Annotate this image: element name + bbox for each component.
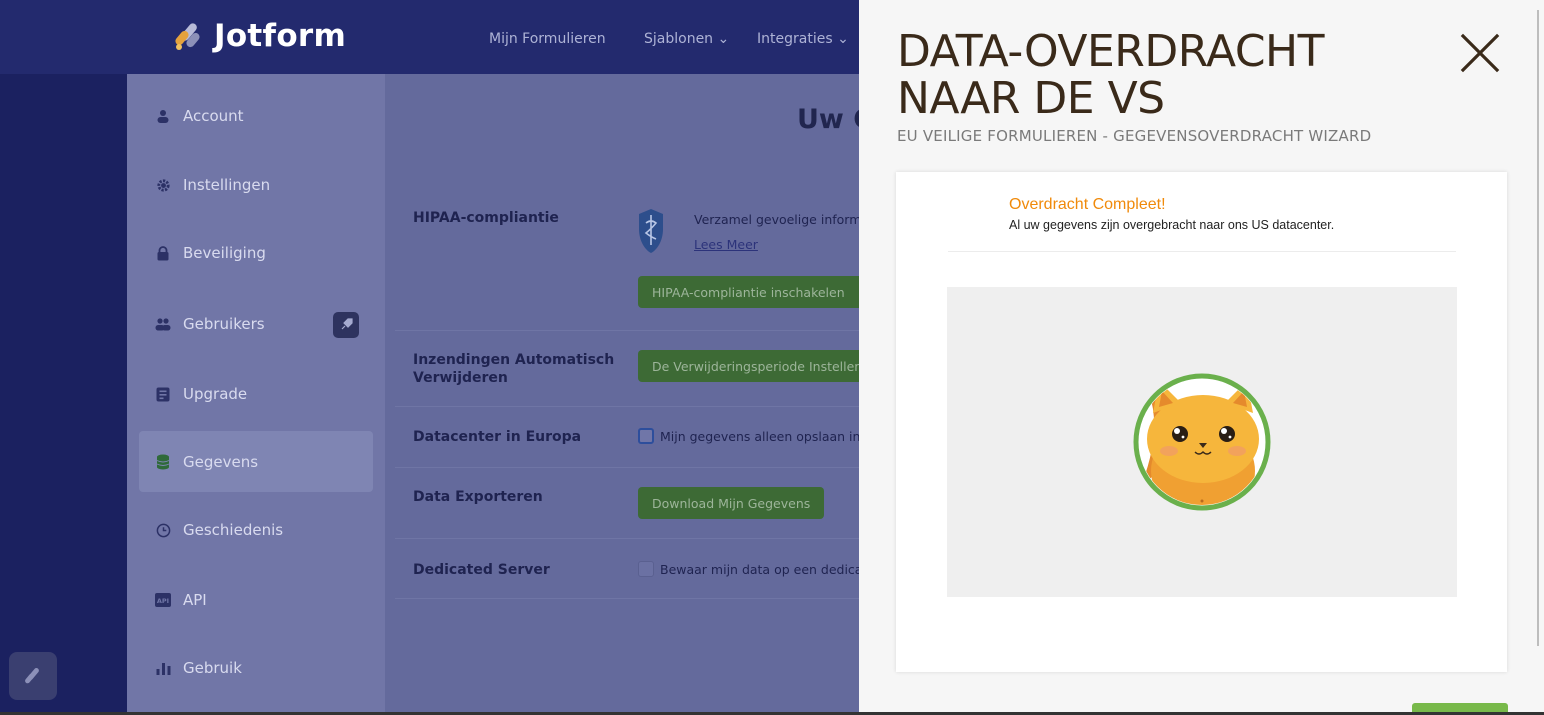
sidebar-item-label: Account	[183, 107, 244, 125]
eu-datacenter-checkbox[interactable]	[638, 428, 654, 444]
modal-title: DATA-OVERDRACHT NAAR DE VS	[897, 26, 1325, 124]
hipaa-read-more-link[interactable]: Lees Meer	[694, 237, 758, 252]
sidebar-item-label: Gegevens	[183, 453, 259, 471]
lock-icon	[155, 245, 171, 261]
auto-delete-label: Inzendingen Automatisch Verwijderen	[413, 352, 615, 386]
sidebar-item-account[interactable]: Account	[155, 104, 244, 128]
sidebar-item-users[interactable]: Gebruikers	[155, 312, 265, 336]
row-divider	[395, 330, 860, 331]
jotform-mark-icon	[25, 668, 39, 684]
close-icon[interactable]	[1457, 30, 1503, 76]
nav-my-forms[interactable]: Mijn Formulieren	[489, 31, 606, 47]
dedicated-server-checkbox-label: Bewaar mijn data op een dedica	[660, 562, 860, 577]
sidebar-item-label: Gebruik	[183, 659, 242, 677]
sidebar-item-label: Gebruikers	[183, 315, 265, 333]
scrollbar[interactable]	[1537, 10, 1539, 646]
sidebar-item-label: Geschiedenis	[183, 521, 284, 539]
modal-subtitle: EU VEILIGE FORMULIEREN - GEGEVENSOVERDRA…	[897, 127, 1372, 145]
database-icon	[155, 454, 171, 470]
sidebar-item-security[interactable]: Beveiliging	[155, 241, 266, 265]
wizard-card: Overdracht Compleet! Al uw gegevens zijn…	[896, 172, 1507, 672]
enable-hipaa-button[interactable]: HIPAA-compliantie inschakelen	[638, 276, 860, 308]
background-app: Jotform Mijn Formulieren Sjablonen ⌄ Int…	[0, 0, 860, 712]
sidebar-item-label: Beveiliging	[183, 244, 266, 262]
users-icon	[155, 316, 171, 332]
jotform-logo-icon	[175, 23, 200, 50]
top-navigation-bar: Jotform Mijn Formulieren Sjablonen ⌄ Int…	[0, 0, 860, 74]
data-transfer-modal: DATA-OVERDRACHT NAAR DE VS EU VEILIGE FO…	[859, 0, 1544, 712]
page-heading: Uw G	[797, 104, 860, 135]
row-divider	[395, 406, 860, 407]
nav-integrations[interactable]: Integraties ⌄	[757, 31, 849, 47]
hipaa-description: Verzamel gevoelige inform	[694, 212, 860, 227]
row-divider	[395, 538, 860, 539]
sidebar-item-api[interactable]: API API	[155, 588, 207, 612]
sidebar-item-label: Instellingen	[183, 176, 271, 194]
bar-chart-icon	[155, 660, 171, 676]
hipaa-label: HIPAA-compliantie	[413, 210, 559, 226]
success-message: Al uw gegevens zijn overgebracht naar on…	[1009, 218, 1335, 232]
api-icon: API	[155, 592, 171, 608]
rocket-badge-icon	[333, 312, 359, 338]
sidebar-item-label: Upgrade	[183, 385, 248, 403]
dedicated-server-label: Dedicated Server	[413, 562, 550, 578]
next-button[interactable]	[1412, 703, 1508, 712]
card-divider	[948, 251, 1456, 252]
svg-text:API: API	[157, 597, 169, 605]
jotform-app-button[interactable]	[9, 652, 57, 700]
upgrade-icon	[155, 386, 171, 402]
row-divider	[395, 467, 860, 468]
sidebar-item-settings[interactable]: Instellingen	[155, 173, 270, 197]
shield-icon	[639, 209, 663, 253]
download-my-data-button[interactable]: Download Mijn Gegevens	[638, 487, 825, 519]
gear-icon	[155, 177, 171, 193]
success-title: Overdracht Compleet!	[1009, 196, 1166, 213]
sidebar-item-data[interactable]: Gegevens	[155, 450, 258, 474]
set-deletion-period-button[interactable]: De Verwijderingsperiode Instellen	[638, 350, 860, 382]
eu-datacenter-label: Datacenter in Europa	[413, 429, 582, 445]
row-divider	[395, 598, 860, 599]
brand-name: Jotform	[214, 18, 347, 54]
success-illustration-area	[947, 287, 1457, 597]
user-icon	[155, 108, 171, 124]
data-export-label: Data Exporteren	[413, 489, 543, 505]
dedicated-server-checkbox[interactable]	[638, 561, 654, 577]
screen: Jotform Mijn Formulieren Sjablonen ⌄ Int…	[0, 0, 1544, 715]
clock-icon	[155, 522, 171, 538]
jotform-logo[interactable]: Jotform	[172, 18, 346, 54]
sidebar-item-usage[interactable]: Gebruik	[155, 656, 242, 680]
eu-datacenter-checkbox-label: Mijn gegevens alleen opslaan in	[660, 429, 860, 444]
podo-mascot-icon	[1133, 373, 1271, 511]
nav-templates[interactable]: Sjablonen ⌄	[644, 31, 729, 47]
sidebar-item-upgrade[interactable]: Upgrade	[155, 382, 247, 406]
sidebar-item-label: API	[183, 591, 207, 609]
sidebar-item-history[interactable]: Geschiedenis	[155, 518, 283, 542]
